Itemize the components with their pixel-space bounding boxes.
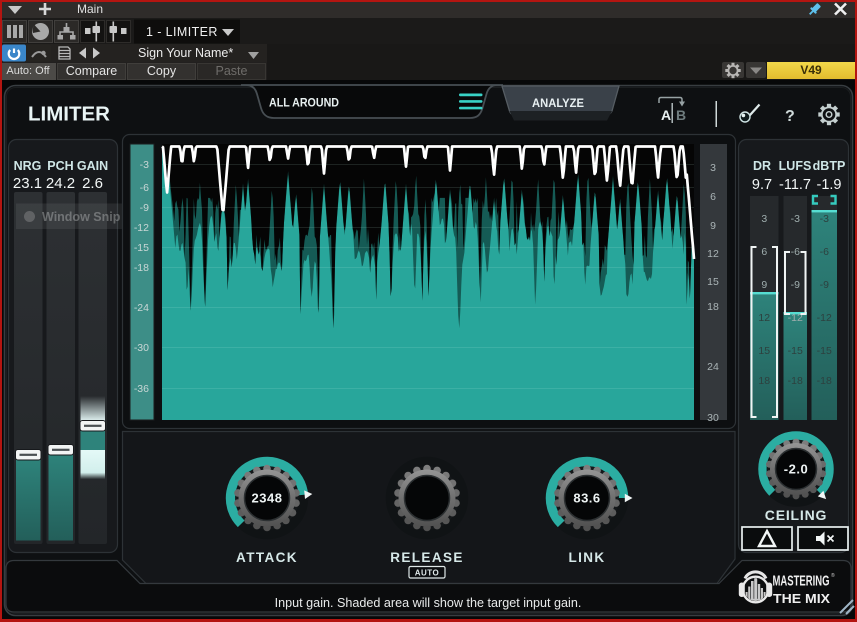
svg-text:-30: -30 (134, 342, 149, 354)
svg-text:PCH: PCH (47, 159, 73, 173)
svg-text:-6: -6 (791, 246, 800, 258)
svg-text:24: 24 (707, 361, 719, 373)
svg-text:LUFS: LUFS (779, 159, 812, 173)
svg-text:24.2: 24.2 (46, 175, 75, 192)
svg-text:DR: DR (753, 159, 771, 173)
svg-text:ATTACK: ATTACK (236, 550, 298, 565)
svg-text:-3: -3 (820, 213, 829, 225)
svg-text:15: 15 (707, 276, 719, 288)
svg-text:6: 6 (710, 191, 716, 203)
svg-text:-3: -3 (140, 159, 149, 171)
svg-text:-18: -18 (817, 375, 832, 387)
svg-text:6: 6 (761, 246, 767, 258)
svg-text:LIMITER: LIMITER (28, 103, 110, 126)
svg-text:83.6: 83.6 (573, 491, 600, 506)
svg-text:AUTO: AUTO (415, 569, 440, 578)
svg-text:LINK: LINK (568, 550, 605, 565)
svg-text:ANALYZE: ANALYZE (532, 96, 584, 110)
svg-text:ALL AROUND: ALL AROUND (269, 98, 339, 110)
svg-text:-2.0: -2.0 (784, 462, 808, 477)
svg-text:Input gain. Shaded area will s: Input gain. Shaded area will show the ta… (275, 596, 582, 610)
svg-text:-11.7: -11.7 (779, 177, 811, 193)
svg-text:®: ® (831, 572, 835, 579)
svg-text:CEILING: CEILING (765, 507, 827, 523)
svg-text:9.7: 9.7 (752, 177, 772, 193)
svg-text:-15: -15 (134, 242, 149, 254)
svg-text:-15: -15 (788, 345, 803, 357)
svg-text:2.6: 2.6 (82, 175, 103, 192)
svg-text:RELEASE: RELEASE (390, 550, 464, 565)
svg-text:-3: -3 (791, 213, 800, 225)
svg-text:1 - LIMITER: 1 - LIMITER (146, 25, 218, 39)
svg-text:A: A (661, 107, 671, 123)
svg-text:3: 3 (710, 162, 716, 174)
svg-text:-15: -15 (817, 345, 832, 357)
svg-text:15: 15 (758, 345, 770, 357)
svg-text:?: ? (785, 108, 795, 125)
svg-text:-9: -9 (791, 279, 800, 291)
svg-text:MASTERING: MASTERING (773, 573, 830, 590)
svg-text:9: 9 (710, 220, 716, 232)
svg-text:B: B (676, 107, 686, 123)
svg-text:23.1: 23.1 (13, 175, 42, 192)
svg-text:-6: -6 (820, 246, 829, 258)
svg-text:30: 30 (707, 412, 719, 424)
svg-text:12: 12 (707, 248, 719, 260)
svg-text:9: 9 (761, 279, 767, 291)
svg-text:-24: -24 (134, 302, 149, 314)
svg-text:18: 18 (707, 301, 719, 313)
svg-text:18: 18 (758, 375, 770, 387)
svg-text:THE MIX: THE MIX (773, 592, 831, 606)
svg-text:-18: -18 (134, 262, 149, 274)
svg-text:GAIN: GAIN (77, 159, 108, 173)
svg-text:-36: -36 (134, 383, 149, 395)
svg-text:Window Snip: Window Snip (42, 210, 121, 224)
svg-text:dBTP: dBTP (813, 159, 846, 173)
svg-text:-18: -18 (788, 375, 803, 387)
svg-text:-9: -9 (820, 279, 829, 291)
svg-text:-6: -6 (140, 182, 149, 194)
svg-text:3: 3 (761, 213, 767, 225)
svg-text:12: 12 (758, 312, 770, 324)
svg-text:NRG: NRG (14, 159, 42, 173)
svg-text:-12: -12 (134, 222, 149, 234)
svg-text:-9: -9 (140, 202, 149, 214)
svg-text:-12: -12 (817, 312, 832, 324)
svg-text:2348: 2348 (252, 491, 283, 506)
svg-text:-1.9: -1.9 (817, 177, 842, 193)
